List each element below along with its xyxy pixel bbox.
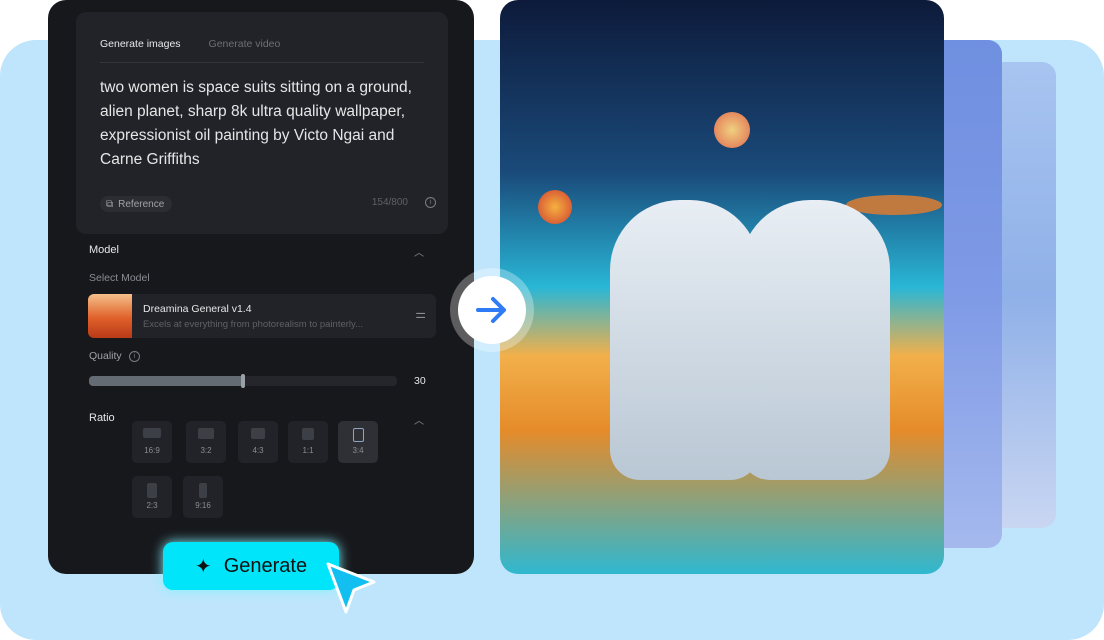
ratio-shape-icon [251,428,265,439]
ratio-shape-icon [302,428,314,440]
quality-value: 30 [414,375,426,387]
ratio-label: 4:3 [252,446,264,455]
ratio-label: 9:16 [195,501,211,510]
arrow-button [450,268,534,352]
ratio-shape-icon [199,483,207,498]
ratio-label: 3:4 [352,446,364,455]
ratio-label: 1:1 [302,446,314,455]
arrow-right-icon [476,297,506,323]
astronaut-left [610,200,760,480]
planet [538,190,572,224]
ratio-section-title: Ratio [89,412,115,424]
model-section-title: Model [89,244,119,256]
quality-label: Quality [89,350,122,362]
ratio-option[interactable]: 3:4 [338,421,378,463]
reference-label: Reference [118,198,165,210]
ratio-label: 3:2 [200,446,212,455]
ratio-option[interactable]: 2:3 [132,476,172,518]
generate-label: Generate [223,554,308,577]
char-count: 154/800 [371,197,408,208]
ratio-option[interactable]: 3:2 [186,421,226,463]
astronaut-right [740,200,890,480]
prompt-box: Generate images Generate video two women… [76,12,448,234]
ratio-option[interactable]: 4:3 [238,421,278,463]
tab-generate-images[interactable]: Generate images [100,38,181,50]
planet [714,112,750,148]
sparkle-icon: ✦ [194,555,212,578]
select-model-label: Select Model [89,272,150,284]
ratio-chevron-up-icon[interactable]: ︿ [414,412,424,427]
ratio-shape-icon [198,428,214,439]
model-name: Dreamina General v1.4 [143,303,252,315]
image-plus-icon: ⧉ [106,198,114,210]
tab-generate-video[interactable]: Generate video [209,38,281,50]
model-selector[interactable]: Dreamina General v1.4 Excels at everythi… [88,294,436,338]
model-description: Excels at everything from photorealism t… [143,319,364,330]
quality-slider-handle[interactable] [241,374,245,388]
quality-slider-fill [89,376,243,386]
ratio-shape-icon [143,428,161,438]
cursor-pointer-icon [326,562,376,614]
quality-info-icon[interactable]: i [129,351,140,362]
ratio-option[interactable]: 16:9 [132,421,172,463]
prompt-input[interactable]: two women is space suits sitting on a gr… [100,76,430,172]
ratio-label: 16:9 [144,446,160,455]
ratio-shape-icon [352,428,364,442]
reference-button[interactable]: ⧉ Reference [100,196,173,212]
generator-panel: Generate images Generate video two women… [48,0,474,574]
generated-image-astronauts [500,0,944,574]
ratio-option[interactable]: 9:16 [183,476,223,518]
chevron-up-icon[interactable]: ︿ [414,244,424,259]
divider [100,62,424,63]
quality-slider[interactable] [89,374,397,388]
generate-button[interactable]: ✦ Generate [163,542,339,590]
model-thumbnail [88,294,132,338]
settings-sliders-icon[interactable]: ⚌ [415,307,426,321]
ratio-shape-icon [147,483,157,498]
ratio-label: 2:3 [146,501,158,510]
ratio-option[interactable]: 1:1 [288,421,328,463]
info-icon[interactable]: i [425,197,436,208]
